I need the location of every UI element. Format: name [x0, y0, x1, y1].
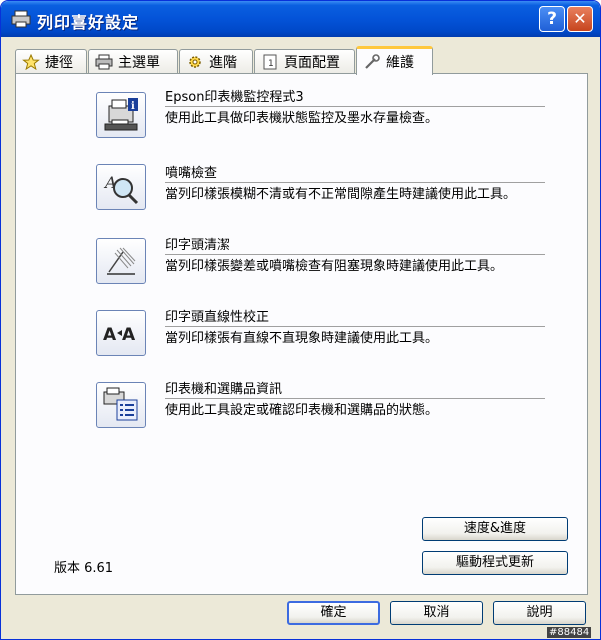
printer-info-icon — [103, 387, 138, 421]
tool-description: 當列印樣張模糊不清或有不正常間隙產生時建議使用此工具。 — [165, 187, 517, 202]
tab-maintenance[interactable]: 維護 — [356, 46, 433, 75]
tool-title: 印表機和選購品資訊 — [165, 382, 283, 397]
head-cleaning-button[interactable] — [96, 238, 146, 284]
tool-description: 使用此工具做印表機狀態監控及墨水存量檢查。 — [165, 111, 439, 126]
divider — [165, 254, 545, 255]
divider — [165, 106, 545, 107]
close-button[interactable]: ✕ — [567, 6, 593, 32]
speed-progress-button[interactable]: 速度&進度 — [422, 517, 568, 541]
tool-description: 使用此工具設定或確認印表機和選購品的狀態。 — [165, 403, 439, 418]
maintenance-panel: i Epson印表機監控程式3 使用此工具做印表機狀態監控及墨水存量檢查。 A … — [15, 73, 588, 595]
printer-preferences-window: 列印喜好設定 ? ✕ 捷徑 主選單 進階 1 頁面配置 維護 i Epson印表… — [0, 0, 601, 640]
tab-label: 進階 — [209, 55, 237, 71]
head-alignment-icon: A A — [103, 325, 136, 345]
ok-button[interactable]: 確定 — [287, 601, 380, 625]
printer-info-button[interactable] — [96, 382, 146, 428]
nozzle-check-button[interactable]: A — [96, 164, 146, 210]
title-bar[interactable]: 列印喜好設定 ? ✕ — [1, 1, 600, 37]
tool-title: 噴嘴檢查 — [165, 166, 218, 181]
status-monitor-button[interactable]: i — [96, 92, 146, 138]
tool-title: 印字頭清潔 — [165, 238, 231, 253]
tab-page-layout[interactable]: 1 頁面配置 — [254, 49, 355, 74]
svg-text:1: 1 — [268, 59, 274, 69]
svg-text:A: A — [103, 325, 117, 345]
tab-label: 捷徑 — [45, 55, 73, 71]
printer-icon — [95, 54, 113, 70]
printer-icon — [11, 10, 31, 28]
tab-label: 維護 — [386, 55, 414, 71]
tab-label: 主選單 — [118, 55, 160, 71]
divider — [165, 398, 545, 399]
divider — [165, 182, 545, 183]
svg-text:i: i — [131, 101, 135, 112]
tool-description: 當列印樣張變差或噴嘴檢查有阻塞現象時建議使用此工具。 — [165, 259, 504, 274]
tool-title: 印字頭直線性校正 — [165, 310, 270, 325]
divider — [165, 326, 545, 327]
tab-advanced[interactable]: 進階 — [179, 49, 253, 74]
tab-bar: 捷徑 主選單 進階 1 頁面配置 維護 — [15, 46, 595, 75]
tool-description: 當列印樣張有直線不直現象時建議使用此工具。 — [165, 331, 439, 346]
nozzle-check-icon: A — [103, 173, 139, 205]
help-title-button[interactable]: ? — [539, 6, 565, 32]
star-icon — [22, 54, 40, 70]
cancel-button[interactable]: 取消 — [390, 601, 483, 625]
driver-update-button[interactable]: 驅動程式更新 — [422, 551, 568, 575]
svg-text:A: A — [122, 325, 136, 345]
window-title: 列印喜好設定 — [37, 13, 140, 32]
head-alignment-button[interactable]: A A — [96, 310, 146, 356]
tab-shortcuts[interactable]: 捷徑 — [15, 49, 87, 74]
tab-main[interactable]: 主選單 — [88, 49, 178, 74]
page-icon: 1 — [263, 54, 277, 70]
printer-monitor-icon: i — [104, 98, 138, 131]
help-button[interactable]: 說明 — [493, 601, 586, 625]
version-label: 版本 6.61 — [54, 561, 114, 576]
head-cleaning-icon — [107, 247, 136, 275]
tab-label: 頁面配置 — [284, 55, 340, 71]
tool-title: Epson印表機監控程式3 — [165, 90, 304, 105]
wrench-icon — [365, 54, 380, 69]
gear-icon — [189, 56, 201, 68]
watermark-label: #88484 — [547, 627, 592, 638]
